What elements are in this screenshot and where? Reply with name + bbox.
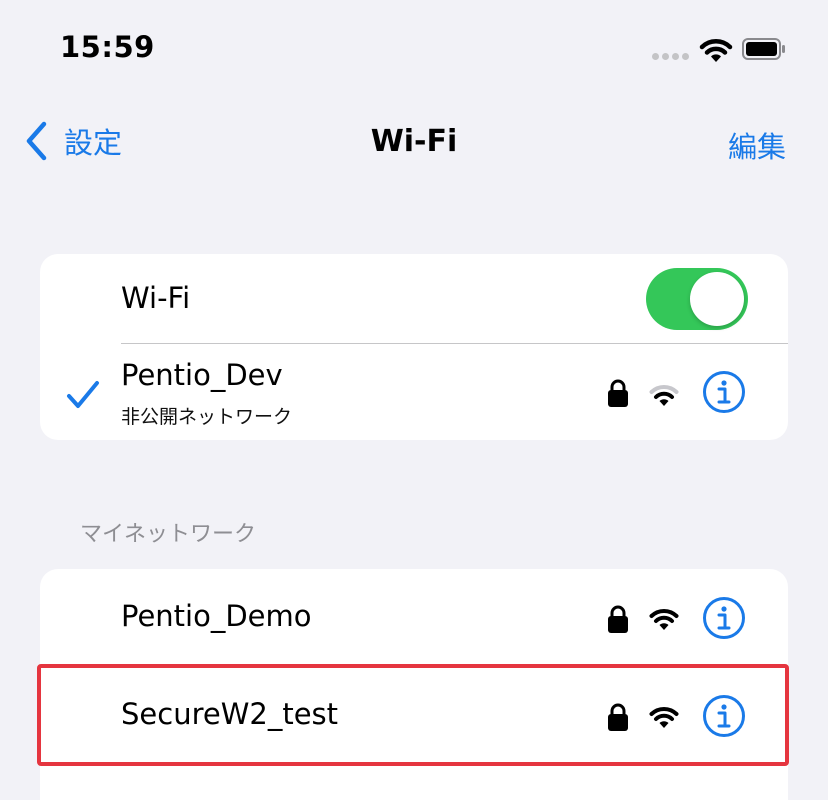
info-icon[interactable] <box>702 694 746 738</box>
my-networks-group: Pentio_Demo SecureW2_test <box>40 569 788 800</box>
wifi-signal-icon <box>649 608 679 630</box>
wifi-toggle-row: Wi-Fi <box>40 254 788 344</box>
edit-button[interactable]: 編集 <box>728 124 786 166</box>
wifi-settings-group: Wi-Fi Pentio_Dev 非公開ネットワーク <box>40 254 788 440</box>
network-row-securew2-test[interactable]: SecureW2_test <box>40 667 788 765</box>
current-network-row[interactable]: Pentio_Dev 非公開ネットワーク <box>40 344 788 440</box>
lock-icon <box>608 703 628 731</box>
status-time: 15:59 <box>60 30 155 64</box>
network-name: Pentio_Demo <box>121 599 312 633</box>
battery-icon <box>742 38 785 60</box>
navigation-bar: 設定 Wi-Fi 編集 <box>0 110 828 174</box>
info-icon[interactable] <box>702 596 746 640</box>
toggle-knob <box>690 272 744 326</box>
section-header-my-networks: マイネットワーク <box>80 522 257 547</box>
checkmark-icon <box>67 381 99 408</box>
page-title: Wi-Fi <box>370 124 458 159</box>
lock-icon <box>608 379 628 407</box>
status-wifi-icon <box>699 39 733 62</box>
status-bar: 15:59 <box>0 0 828 100</box>
wifi-toggle-switch[interactable] <box>646 268 748 330</box>
lock-icon <box>608 605 628 633</box>
network-name: Pentio_Dev <box>121 358 283 392</box>
network-name: SecureW2_test <box>121 697 339 731</box>
network-row-pentio-demo[interactable]: Pentio_Demo <box>40 569 788 667</box>
wifi-toggle-label: Wi-Fi <box>121 281 191 315</box>
cellular-signal-icon <box>652 53 689 60</box>
wifi-signal-icon <box>649 706 679 728</box>
info-icon[interactable] <box>702 370 746 414</box>
wifi-signal-icon <box>649 384 679 406</box>
network-subtitle: 非公開ネットワーク <box>121 406 293 428</box>
